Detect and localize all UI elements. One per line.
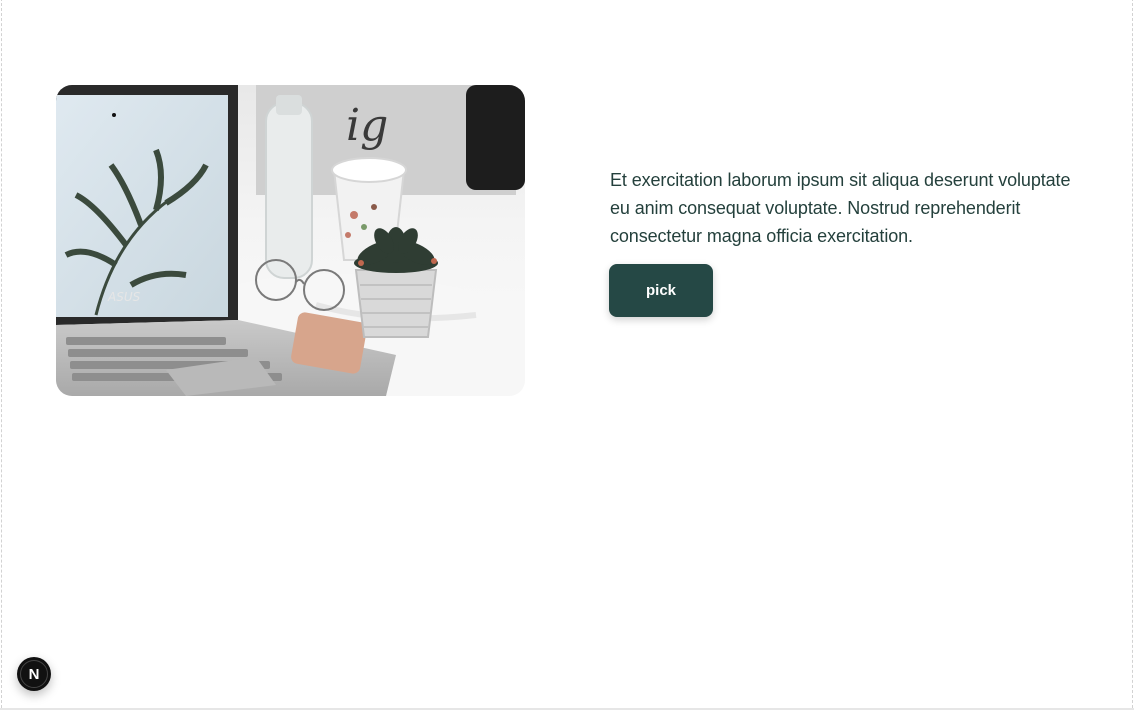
svg-text:ig: ig [346,100,388,151]
n-logo-icon: N [20,660,48,688]
laptop-desk-photo: ig ASUS [56,85,525,396]
hero-image: ig ASUS [56,85,525,396]
page: ig ASUS Et exercitation laborum ipsum si… [0,0,1134,710]
pick-button[interactable]: pick [609,264,713,317]
nextjs-dev-indicator[interactable]: N [17,657,51,691]
hero-description: Et exercitation laborum ipsum sit aliqua… [610,170,1071,246]
svg-text:ASUS: ASUS [107,290,141,304]
